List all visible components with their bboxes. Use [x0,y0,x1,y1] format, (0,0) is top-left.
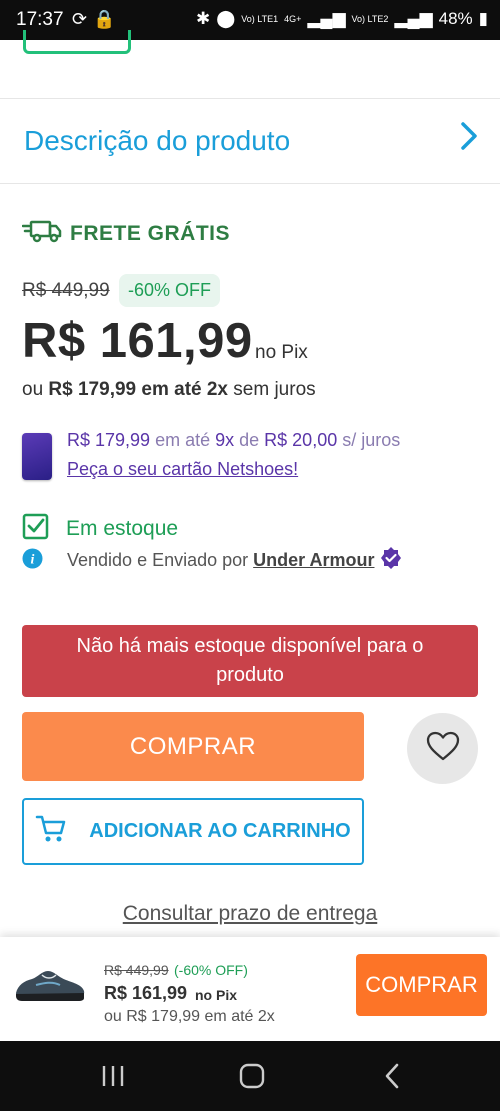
discount-badge: -60% OFF [119,274,221,307]
chevron-right-icon [458,120,480,157]
status-right: ✱ ⬤ Vo) LTE1 4G+ ▂▄▆ Vo) LTE2 ▂▄▆ 48% ▮ [196,9,488,29]
sticky-price: R$ 161,99 [104,983,188,1003]
sticky-discount: (-60% OFF) [174,962,248,978]
shoe-thumbnail [12,963,88,1012]
svg-text:i: i [31,552,35,567]
card-offer-text1: em até [150,430,216,450]
seller-info: i Vendido e Enviado por Under Armour [22,546,403,575]
divider [0,183,500,184]
card-icon [22,433,52,480]
add-to-cart-button[interactable]: ADICIONAR AO CARRINHO [22,798,364,865]
location-icon: ⬤ [216,9,236,28]
status-time: 17:37 [16,9,64,30]
info-icon: i [22,548,43,574]
recent-apps-icon[interactable] [100,1063,126,1094]
seller-text: Vendido e Enviado por Under Armour [67,550,375,571]
signal-icon-2: ▂▄▆ [394,9,433,28]
network-lte1: Vo) LTE1 [241,13,279,24]
check-square-icon [22,513,49,545]
card-offer-text2: de [234,430,265,450]
add-to-cart-label: ADICIONAR AO CARRINHO [89,820,351,842]
verified-badge-icon [379,546,403,575]
home-icon[interactable] [238,1063,266,1094]
card-offer-amount: R$ 179,99 [67,430,151,450]
system-nav-bar [0,1041,500,1111]
favorite-button[interactable] [407,713,478,784]
stock-status: Em estoque [22,513,178,545]
out-of-stock-alert: Não há mais estoque disponível para o pr… [22,625,478,697]
previous-section-button[interactable] [23,30,131,54]
network-4g: 4G+ [284,13,302,24]
card-offer-text: R$ 179,99 em até 9x de R$ 20,00 s/ juros [67,430,400,451]
card-offer-installments: 9x [215,430,235,450]
delivery-time-link[interactable]: Consultar prazo de entrega [0,902,500,926]
sticky-old-price: R$ 449,99 [104,962,169,978]
sticky-installments: ou R$ 179,99 em até 2x [104,1008,275,1025]
sticky-purchase-bar: R$ 449,99 (-60% OFF) R$ 161,99 no Pix ou… [0,937,500,1041]
free-shipping-label: FRETE GRÁTIS [70,221,231,245]
bluetooth-icon: ✱ [195,9,211,28]
stock-status-label: Em estoque [66,517,179,540]
heart-icon [425,730,461,767]
free-shipping-badge: FRETE GRÁTIS [21,218,231,249]
back-icon[interactable] [380,1063,406,1094]
status-notification-icons: ⟳🔒 [72,9,122,29]
installments-info: ou R$ 179,99 em até 2x sem juros [22,379,316,401]
network-lte2: Vo) LTE2 [351,13,389,24]
current-price: R$ 161,99 [22,314,253,368]
seller-prefix: Vendido e Enviado por [67,550,254,570]
battery-level: 48% [438,9,473,28]
installments-prefix: ou [22,379,49,400]
divider [0,98,500,99]
pix-label: no Pix [255,342,308,363]
sticky-buy-button[interactable]: COMPRAR [356,954,487,1016]
seller-link[interactable]: Under Armour [253,550,374,570]
buy-button[interactable]: COMPRAR [22,712,364,781]
cart-icon [35,814,67,850]
sticky-pix-label: no Pix [195,987,238,1003]
signal-icon: ▂▄▆ [307,9,346,28]
battery-icon: ▮ [478,9,488,28]
card-offer-text3: s/ juros [337,430,401,450]
request-card-link[interactable]: Peça o seu cartão Netshoes! [67,459,298,480]
product-description-title: Descrição do produto [24,125,291,156]
old-price: R$ 449,99 [22,280,110,301]
product-description-row[interactable]: Descrição do produto [24,120,480,160]
truck-icon [21,218,62,249]
card-offer-per-installment: R$ 20,00 [264,430,338,450]
installments-amount: R$ 179,99 em até 2x [48,379,228,400]
installments-suffix: sem juros [228,379,316,400]
